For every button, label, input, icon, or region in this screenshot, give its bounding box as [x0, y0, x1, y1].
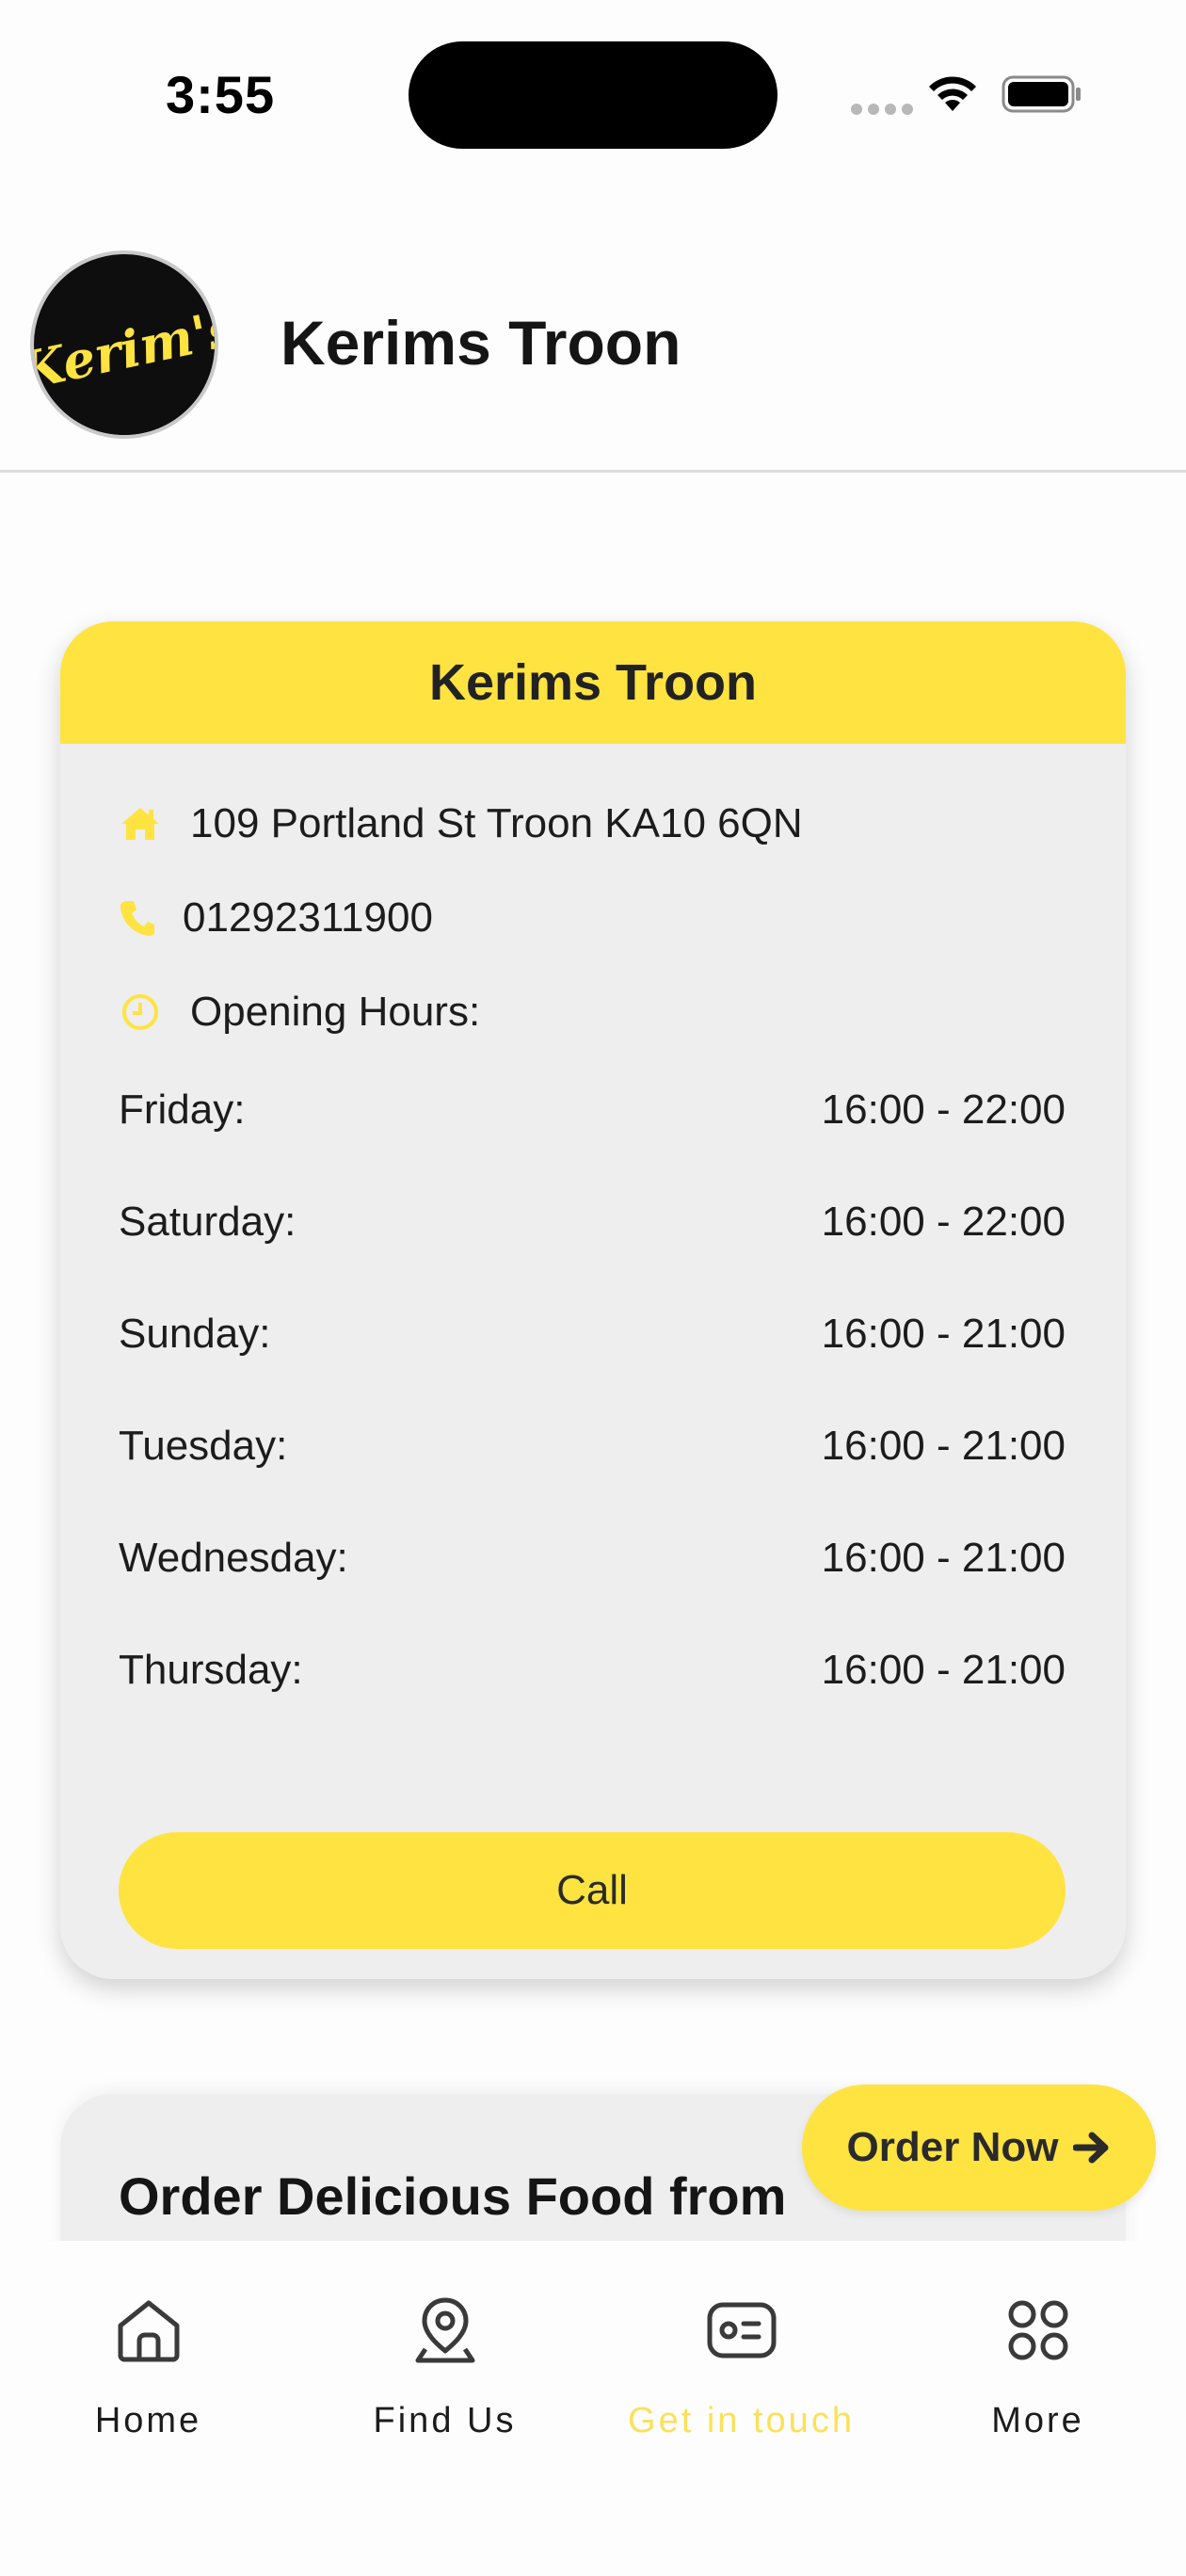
hours-row-sunday: Sunday: 16:00 - 21:00: [119, 1311, 1066, 1358]
hours-time: 16:00 - 21:00: [821, 1647, 1066, 1693]
address-row[interactable]: 109 Portland St Troon KA10 6QN: [119, 800, 803, 847]
hours-day: Tuesday:: [119, 1423, 288, 1469]
location-card: Kerims Troon 109 Portland St Troon KA10 …: [60, 621, 1126, 1979]
bottom-nav: Home Find Us Get in touch More: [0, 2241, 1186, 2576]
app-title: Kerims Troon: [280, 308, 681, 378]
map-pin-icon: [412, 2288, 478, 2373]
hours-time: 16:00 - 22:00: [821, 1087, 1066, 1133]
nav-item-get-in-touch[interactable]: Get in touch: [593, 2288, 890, 2441]
hours-row-saturday: Saturday: 16:00 - 22:00: [119, 1199, 1066, 1246]
order-now-label: Order Now: [846, 2124, 1059, 2170]
hours-row-friday: Friday: 16:00 - 22:00: [119, 1087, 1066, 1134]
order-now-button[interactable]: Order Now: [802, 2085, 1156, 2211]
nav-label: More: [991, 2401, 1084, 2440]
hours-row-wednesday: Wednesday: 16:00 - 21:00: [119, 1535, 1066, 1582]
card-header: Kerims Troon: [60, 621, 1126, 744]
address-text: 109 Portland St Troon KA10 6QN: [190, 800, 803, 846]
hours-day: Sunday:: [119, 1311, 271, 1357]
opening-hours-heading: Opening Hours:: [119, 989, 480, 1036]
opening-hours-label: Opening Hours:: [190, 989, 481, 1035]
app-header: Kerim's Kerims Troon: [0, 179, 1186, 473]
hours-day: Wednesday:: [119, 1535, 348, 1581]
nav-item-home[interactable]: Home: [0, 2288, 296, 2441]
nav-item-more[interactable]: More: [890, 2288, 1186, 2441]
call-button[interactable]: Call: [119, 1832, 1066, 1949]
hours-time: 16:00 - 21:00: [821, 1535, 1066, 1581]
home-icon: [119, 802, 162, 845]
grid-icon: [1005, 2288, 1071, 2373]
logo: Kerim's: [30, 250, 218, 439]
status-bar: 3:55: [0, 0, 1186, 179]
battery-icon: [1002, 75, 1081, 113]
clock-icon: [119, 990, 162, 1034]
dynamic-island: [409, 41, 777, 149]
card-title: Kerims Troon: [428, 654, 758, 711]
logo-image: Kerim's: [34, 258, 215, 435]
hours-day: Saturday:: [119, 1199, 296, 1245]
hours-day: Thursday:: [119, 1647, 303, 1693]
contact-card-icon: [706, 2288, 777, 2373]
hours-row-tuesday: Tuesday: 16:00 - 21:00: [119, 1423, 1066, 1470]
hours-day: Friday:: [119, 1087, 246, 1133]
hours-row-thursday: Thursday: 16:00 - 21:00: [119, 1647, 1066, 1694]
nav-label: Get in touch: [628, 2401, 855, 2440]
nav-label: Find Us: [373, 2401, 517, 2440]
nav-label: Home: [94, 2401, 202, 2440]
wifi-icon: [929, 76, 976, 111]
cellular-signal-icon: [851, 104, 913, 115]
nav-item-find-us[interactable]: Find Us: [296, 2288, 593, 2441]
status-time: 3:55: [166, 65, 276, 124]
hours-time: 16:00 - 22:00: [821, 1199, 1066, 1245]
home-icon: [113, 2288, 184, 2373]
phone-row[interactable]: 01292311900: [119, 894, 433, 942]
phone-text: 01292311900: [183, 894, 433, 941]
phone-icon: [119, 896, 156, 940]
hours-time: 16:00 - 21:00: [821, 1311, 1066, 1357]
hours-time: 16:00 - 21:00: [821, 1423, 1066, 1469]
arrow-right-icon: [1073, 2131, 1111, 2165]
